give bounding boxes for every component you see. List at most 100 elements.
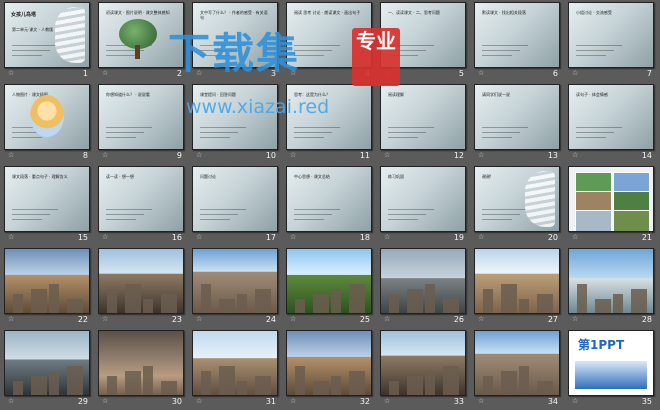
slide-thumbnail[interactable]: 小组讨论 · 交流感受 [568, 2, 654, 68]
slide-22[interactable]: ☆ 22 [4, 248, 96, 328]
slide-number: 27 [547, 315, 558, 324]
landscape-photo [99, 331, 183, 395]
slide-thumbnail[interactable] [568, 166, 654, 232]
transition-icon: ☆ [102, 397, 109, 405]
slide-thumbnail[interactable]: 课文段落 · 重点句子 · 理解含义 [4, 166, 90, 232]
slide-thumbnail[interactable]: 女孩儿岛塔 第二单元·课文 · 人教版 [4, 2, 90, 68]
slide-number: 6 [552, 69, 558, 78]
slide-thumbnail[interactable]: 中心思想 · 课文总结 [286, 166, 372, 232]
landscape-photo [381, 249, 465, 313]
text-line [12, 50, 50, 51]
slide-thumbnail[interactable]: 读一读 · 想一想 [98, 166, 184, 232]
slide-15[interactable]: 课文段落 · 重点句子 · 理解含义 ☆ 15 [4, 166, 96, 246]
slide-25[interactable]: ☆ 25 [286, 248, 378, 328]
slide-thumbnail[interactable] [192, 330, 278, 396]
slide-20[interactable]: 谢谢! ☆ 20 [474, 166, 566, 246]
slide-32[interactable]: ☆ 32 [286, 330, 378, 410]
landscape-photo [475, 331, 559, 395]
tree-trunk [135, 45, 140, 59]
text-line [200, 219, 230, 220]
transition-icon: ☆ [8, 397, 15, 405]
slide-number: 16 [171, 233, 182, 242]
slide-1[interactable]: 女孩儿岛塔 第二单元·课文 · 人教版 ☆ 1 [4, 2, 96, 82]
slide-18[interactable]: 中心思想 · 课文总结 ☆ 18 [286, 166, 378, 246]
slide-23[interactable]: ☆ 23 [98, 248, 190, 328]
slide-16[interactable]: 读一读 · 想一想 ☆ 16 [98, 166, 190, 246]
slide-number: 7 [646, 69, 652, 78]
slide-31[interactable]: ☆ 31 [192, 330, 284, 410]
slide-30[interactable]: ☆ 30 [98, 330, 190, 410]
slide-29[interactable]: ☆ 29 [4, 330, 96, 410]
text-line [482, 132, 520, 133]
slide-title: 女孩儿岛塔 [11, 12, 37, 18]
slide-thumbnail[interactable]: 问题讨论 [192, 166, 278, 232]
text-line [294, 209, 340, 210]
slide-thumbnail[interactable]: 第1PPT [568, 330, 654, 396]
slide-8[interactable]: 人物图片 · 课文插图 ☆ 8 [4, 84, 96, 164]
slide-thumbnail[interactable] [380, 248, 466, 314]
text-line [482, 45, 528, 46]
slide-thumbnail[interactable] [98, 330, 184, 396]
text-line [482, 219, 512, 220]
slide-7[interactable]: 小组讨论 · 交流感受 ☆ 7 [568, 2, 660, 82]
landscape-photo [5, 249, 89, 313]
building-shape [107, 376, 117, 395]
transition-icon: ☆ [478, 69, 485, 77]
building-shape [613, 294, 623, 313]
slide-thumbnail[interactable] [380, 330, 466, 396]
slide-thumbnail[interactable] [4, 248, 90, 314]
landscape-photo [287, 331, 371, 395]
slide-24[interactable]: ☆ 24 [192, 248, 284, 328]
site-watermark: 下载集 专业 www.xiazai.red [168, 8, 400, 118]
slide-33[interactable]: ☆ 33 [380, 330, 472, 410]
text-line [388, 209, 434, 210]
building-shape [67, 366, 83, 395]
slide-thumbnail[interactable] [4, 330, 90, 396]
slide-thumbnail[interactable]: 谢谢! [474, 166, 560, 232]
slide-thumbnail[interactable] [286, 330, 372, 396]
building-shape [67, 299, 83, 313]
slide-28[interactable]: ☆ 28 [568, 248, 660, 328]
transition-icon: ☆ [290, 315, 297, 323]
slide-thumbnail[interactable] [474, 330, 560, 396]
slide-number: 10 [265, 151, 276, 160]
building-shape [407, 289, 423, 313]
slide-thumbnail[interactable] [286, 248, 372, 314]
slide-21[interactable]: ☆ 21 [568, 166, 660, 246]
building-shape [161, 381, 177, 395]
text-line [388, 214, 426, 215]
slide-number: 1 [82, 69, 88, 78]
building-shape [389, 294, 399, 313]
collage-tile [613, 210, 650, 231]
slide-13[interactable]: 请同学们说一说 ☆ 13 [474, 84, 566, 164]
text-line [294, 214, 332, 215]
slide-text: 读句子 · 体会情感 [576, 92, 608, 97]
slide-6[interactable]: 默读课文 · 找出相关段落 ☆ 6 [474, 2, 566, 82]
slide-text: 请同学们说一说 [482, 92, 510, 97]
transition-icon: ☆ [102, 69, 109, 77]
slide-thumbnail[interactable]: 请同学们说一说 [474, 84, 560, 150]
slide-thumbnail[interactable] [474, 248, 560, 314]
ppt-logo: 第1PPT [578, 338, 625, 352]
slide-26[interactable]: ☆ 26 [380, 248, 472, 328]
building-shape [389, 381, 399, 395]
slide-17[interactable]: 问题讨论 ☆ 17 [192, 166, 284, 246]
slide-thumbnail[interactable] [568, 248, 654, 314]
slide-number: 21 [641, 233, 652, 242]
slide-thumbnail[interactable]: 练习巩固 [380, 166, 466, 232]
slide-thumbnail[interactable] [192, 248, 278, 314]
slide-thumbnail[interactable]: 默读课文 · 找出相关段落 [474, 2, 560, 68]
slide-35[interactable]: 第1PPT ☆ 35 [568, 330, 660, 410]
slide-number: 23 [171, 315, 182, 324]
landscape-photo [381, 331, 465, 395]
slide-thumbnail[interactable]: 人物图片 · 课文插图 [4, 84, 90, 150]
slide-34[interactable]: ☆ 34 [474, 330, 566, 410]
text-line [294, 132, 332, 133]
slide-thumbnail[interactable]: 读句子 · 体会情感 [568, 84, 654, 150]
slide-27[interactable]: ☆ 27 [474, 248, 566, 328]
slide-number: 8 [82, 151, 88, 160]
slide-14[interactable]: 读句子 · 体会情感 ☆ 14 [568, 84, 660, 164]
slide-thumbnail[interactable] [98, 248, 184, 314]
slide-19[interactable]: 练习巩固 ☆ 19 [380, 166, 472, 246]
transition-icon: ☆ [290, 233, 297, 241]
